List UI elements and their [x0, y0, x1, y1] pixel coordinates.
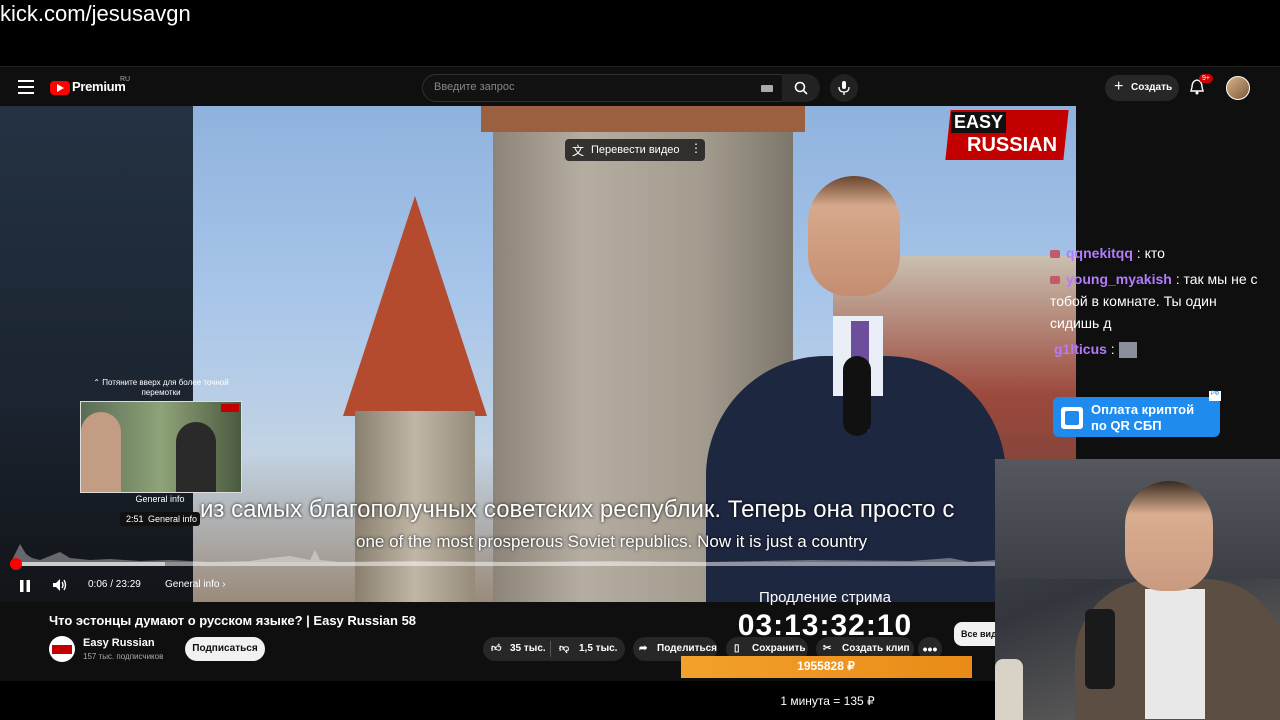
seek-preview-time: 2:51 General info — [120, 512, 200, 526]
crypto-payment-banner[interactable]: Оплата криптой по QR СБП РФ — [1053, 391, 1221, 437]
region-label: RU — [120, 76, 131, 83]
chat-username: g1lticus — [1054, 341, 1107, 357]
voice-search-button[interactable] — [830, 74, 858, 102]
chat-message: qqnekitqq : кто — [1050, 242, 1165, 264]
volume-icon — [53, 579, 67, 591]
seek-preview-time-chapter: General info — [148, 514, 198, 524]
donation-rate: 1 минута = 135 ₽ — [780, 694, 875, 708]
subscribe-button[interactable]: Подписаться — [185, 637, 265, 661]
logo-text-top: EASY — [951, 112, 1007, 133]
keyboard-icon[interactable] — [761, 85, 773, 92]
youtube-header: Premium RU Введите запрос + Создать 9+ — [0, 67, 1280, 107]
thumbs-up-icon[interactable]: 👍︎ — [491, 637, 501, 661]
channel-avatar[interactable] — [49, 636, 75, 662]
chat-text-continued: сидишь д — [1050, 315, 1112, 331]
chat-text-continued: тобой в комнате. Ты один — [1050, 293, 1217, 309]
video-title: Что эстонцы думают о русском языке? | Ea… — [49, 613, 417, 628]
chat-username: qqnekitqq — [1066, 245, 1133, 261]
translate-icon: 文 — [572, 144, 585, 158]
donation-total: 1955828 ₽ — [797, 659, 855, 673]
more-vert-icon[interactable]: ⋮ — [690, 141, 702, 155]
stream-extension-timer: 03:13:32:10 — [737, 609, 913, 642]
stream-extension-title: Продление стрима — [759, 589, 891, 606]
like-count[interactable]: 35 тыс. — [510, 637, 546, 661]
streamer-microphone — [1085, 609, 1115, 689]
badge-icon — [1050, 276, 1060, 284]
subtitle-russian: из самых благополучных советских республ… — [200, 496, 955, 523]
notifications-badge: 9+ — [1199, 74, 1213, 83]
microphone-icon — [838, 81, 850, 95]
qr-code-icon — [1061, 407, 1083, 429]
menu-icon[interactable] — [18, 80, 34, 94]
progress-scrubber-handle[interactable] — [10, 558, 22, 570]
seek-preview-thumbnail — [80, 401, 242, 493]
heatmap-waveform — [10, 544, 995, 566]
chat-text: кто — [1144, 245, 1165, 261]
ru-flag-tag: РФ — [1209, 391, 1221, 401]
like-dislike-group: 👍︎ 35 тыс. 👎︎ 1,5 тыс. — [483, 637, 625, 661]
chevron-right-icon: › — [222, 579, 226, 590]
time-display: 0:06 / 23:29 — [88, 579, 141, 590]
youtube-logo-icon[interactable] — [50, 81, 70, 95]
browser-url-text: kick.com/jesusavgn — [0, 1, 191, 26]
video-player[interactable]: EASY RUSSIAN 文 Перевести видео ⋮ из самы… — [0, 106, 1076, 602]
pause-button[interactable] — [19, 579, 31, 598]
share-icon: ➦ — [639, 643, 648, 654]
crypto-line-1: Оплата криптой — [1091, 402, 1195, 417]
chapter-button[interactable]: General info › — [165, 579, 226, 590]
seek-preview-chapter: General info — [135, 494, 185, 504]
create-label: Создать — [1131, 82, 1173, 93]
streamer-webcam — [995, 459, 1280, 720]
seek-preview-timestamp: 2:51 — [126, 514, 144, 524]
presenter-head — [808, 176, 900, 296]
chapter-label: General info — [165, 579, 220, 590]
chat-message: g1lticus : — [1050, 338, 1137, 360]
subscriber-count: 157 тыс. подписчиков — [83, 652, 164, 661]
channel-name[interactable]: Easy Russian — [83, 637, 155, 649]
volume-button[interactable] — [52, 577, 68, 598]
pause-icon — [20, 580, 30, 592]
chat-text: так мы не с — [1183, 271, 1258, 287]
premium-logo-text[interactable]: Premium — [72, 79, 126, 94]
handheld-microphone — [843, 356, 871, 436]
thumbs-down-icon[interactable]: 👎︎ — [559, 637, 569, 661]
translate-video-button[interactable]: 文 Перевести видео ⋮ — [565, 139, 705, 161]
search-input[interactable]: Введите запрос — [422, 74, 784, 102]
emote-icon — [1118, 342, 1137, 359]
chat-username: young_myakish — [1066, 271, 1172, 287]
create-button[interactable]: + Создать — [1105, 75, 1179, 101]
tower-roof — [481, 106, 805, 132]
search-icon — [794, 81, 808, 95]
logo-text-bottom: RUSSIAN — [967, 134, 1058, 156]
translate-label: Перевести видео — [591, 144, 680, 156]
badge-icon — [1050, 250, 1060, 258]
progress-bar-loaded — [17, 562, 165, 566]
search-placeholder: Введите запрос — [434, 81, 515, 93]
dislike-count[interactable]: 1,5 тыс. — [579, 637, 617, 661]
video-ambient-backdrop — [0, 106, 193, 602]
seek-precision-hint: ⌃ Потяните вверх для более точной перемо… — [93, 378, 229, 397]
plus-icon: + — [1114, 78, 1124, 95]
red-cone-roof — [343, 196, 487, 416]
account-avatar[interactable] — [1226, 76, 1250, 100]
chat-message: young_myakish : так мы не с — [1050, 268, 1258, 290]
search-button[interactable] — [782, 74, 820, 102]
crypto-line-2: по QR СБП — [1091, 418, 1162, 433]
video-frame[interactable]: EASY RUSSIAN — [193, 106, 1076, 602]
